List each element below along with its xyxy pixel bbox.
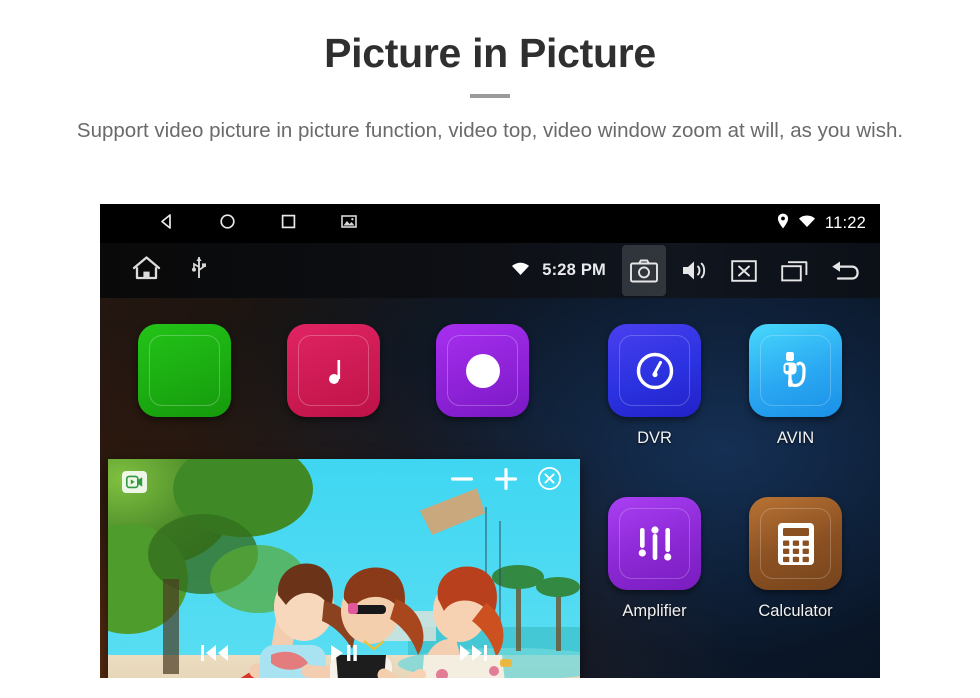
system-nav-buttons <box>158 213 357 235</box>
status-bar-clock: 11:22 <box>824 214 866 232</box>
calculator-icon <box>777 522 814 565</box>
pip-zoom-in-button[interactable] <box>493 466 519 497</box>
hidden-app-row <box>138 324 529 417</box>
next-button[interactable] <box>457 641 489 670</box>
av-plug-icon <box>783 351 806 387</box>
home-icon[interactable] <box>132 255 161 286</box>
title-divider <box>470 94 510 99</box>
toolbar-left-group <box>132 255 206 286</box>
launcher-wallpaper: DVR AVIN Amplifier Calculator <box>100 298 880 678</box>
play-pause-button[interactable] <box>329 641 359 670</box>
camera-button[interactable] <box>622 245 666 296</box>
gauge-icon <box>636 352 673 389</box>
recent-apps-button[interactable] <box>772 243 816 298</box>
close-button[interactable] <box>722 243 766 298</box>
screenshot-icon[interactable] <box>341 214 357 234</box>
previous-button[interactable] <box>199 641 231 670</box>
status-bar-indicators: 11:22 <box>777 204 866 243</box>
app-dvr[interactable]: DVR <box>584 324 725 497</box>
toolbar-right-group: 5:28 PM <box>511 243 866 298</box>
wifi-icon <box>511 261 530 281</box>
toolbar-time: 5:28 PM <box>542 261 606 279</box>
app-tile-amplifier[interactable] <box>608 497 701 590</box>
app-toolbar: 5:28 PM <box>100 243 880 298</box>
sliders-icon <box>638 525 671 561</box>
app-label-avin: AVIN <box>776 429 815 447</box>
back-triangle-icon[interactable] <box>158 213 175 235</box>
usb-icon[interactable] <box>192 256 206 286</box>
device-screen: 11:22 5:28 PM DVR AVIN Amplifier Calcula… <box>100 204 880 678</box>
app-avin[interactable]: AVIN <box>725 324 866 497</box>
app-tile-calculator[interactable] <box>749 497 842 590</box>
steering-wheel-icon <box>465 353 500 388</box>
back-button[interactable] <box>822 243 866 298</box>
volume-button[interactable] <box>672 243 716 298</box>
app-calculator[interactable]: Calculator <box>725 497 866 670</box>
app-tile-avin[interactable] <box>749 324 842 417</box>
app-label-calculator: Calculator <box>758 602 833 620</box>
pip-controls <box>108 459 580 503</box>
app-tile-siriusxm[interactable] <box>287 324 380 417</box>
app-label-amplifier: Amplifier <box>622 602 687 620</box>
app-label-dvr: DVR <box>637 429 672 447</box>
pip-close-button[interactable] <box>537 466 562 496</box>
wifi-icon <box>798 214 816 233</box>
recents-square-icon[interactable] <box>280 213 297 235</box>
page-subtitle: Support video picture in picture functio… <box>76 119 904 143</box>
page-title: Picture in Picture <box>324 30 656 76</box>
pip-playback-controls <box>108 641 580 670</box>
page-header: Picture in Picture Support video picture… <box>0 0 980 145</box>
note-icon <box>328 359 340 384</box>
pip-zoom-out-button[interactable] <box>449 466 475 497</box>
app-tile-wheelkey-study[interactable] <box>436 324 529 417</box>
home-circle-icon[interactable] <box>219 213 236 235</box>
app-tile-dvr[interactable] <box>608 324 701 417</box>
app-grid: DVR AVIN Amplifier Calculator <box>580 298 880 678</box>
pip-window[interactable]: seicane <box>108 459 580 678</box>
app-tile-netflix[interactable] <box>138 324 231 417</box>
android-status-bar: 11:22 <box>100 204 880 243</box>
location-pin-icon <box>777 213 789 234</box>
app-amplifier[interactable]: Amplifier <box>584 497 725 670</box>
